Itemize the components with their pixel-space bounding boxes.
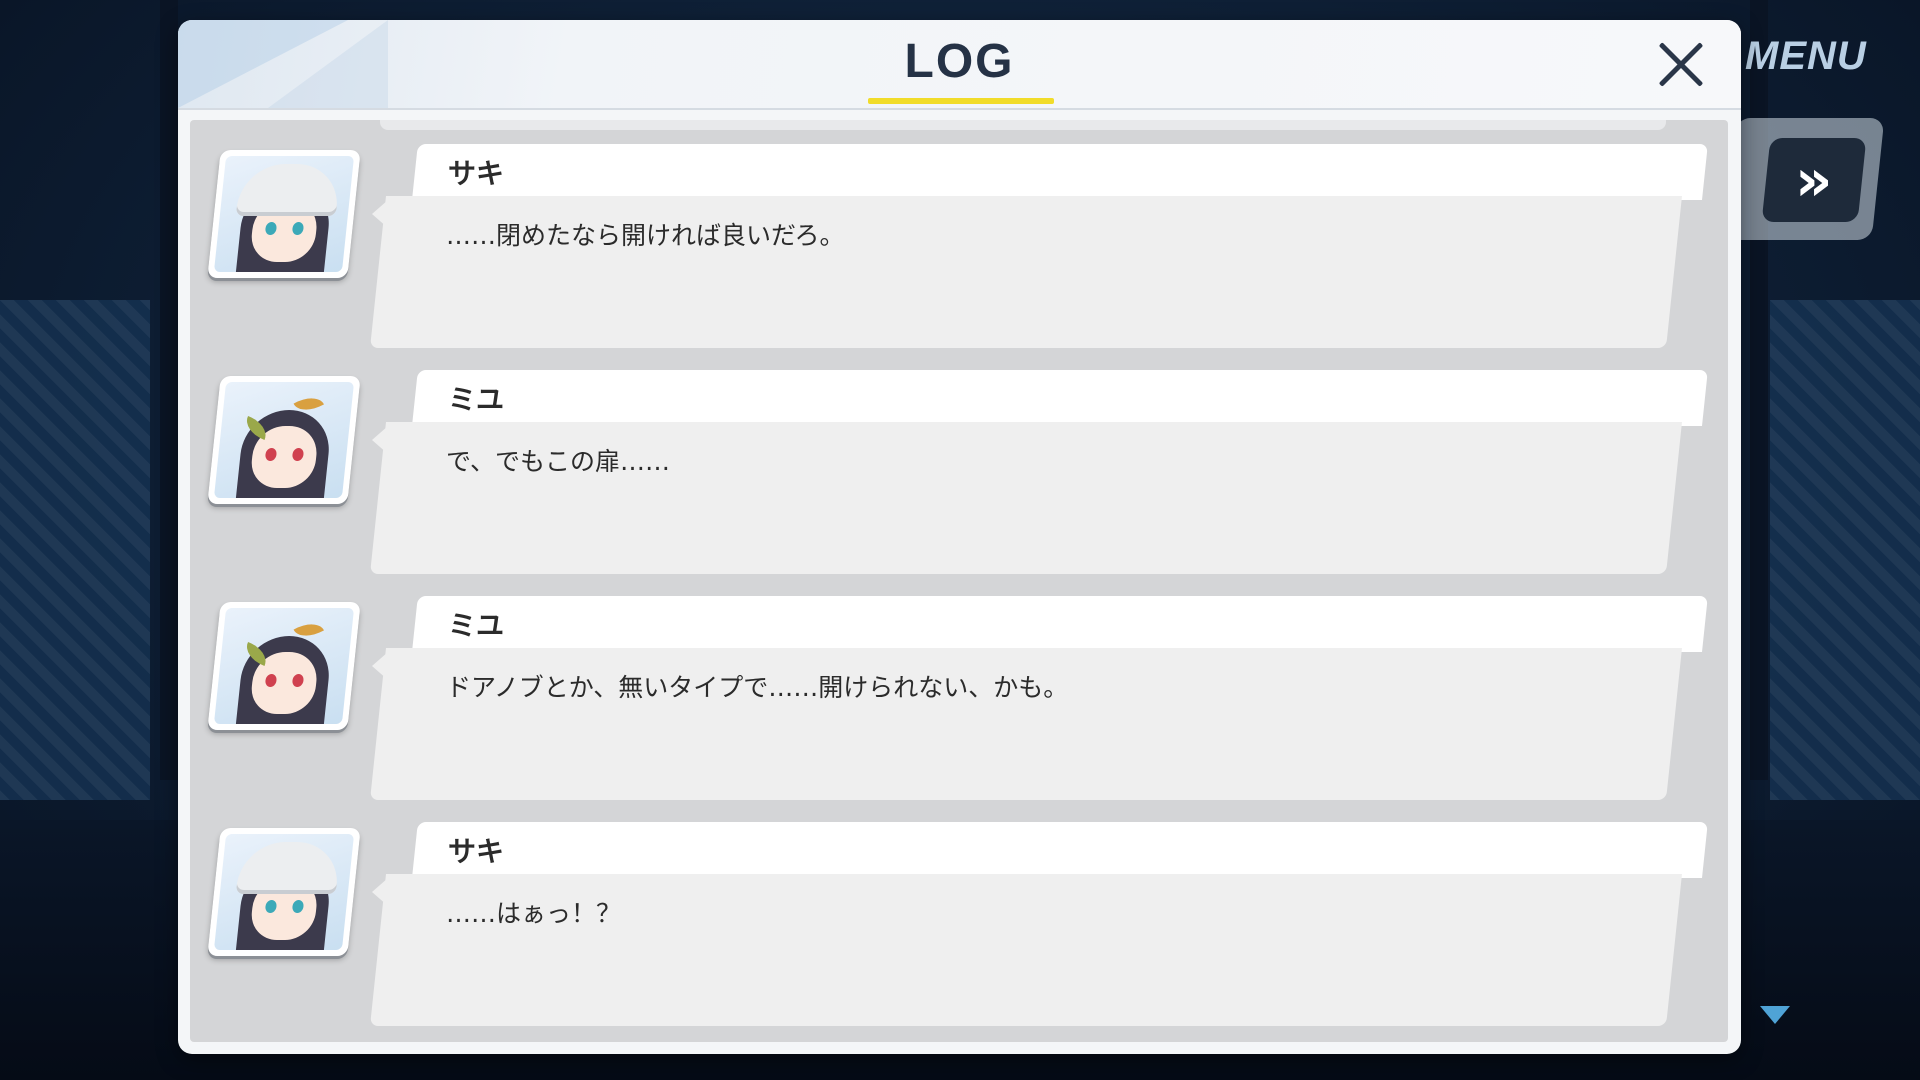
log-entry: ミユ ドアノブとか、無いタイプで……開けられない、かも。 bbox=[190, 596, 1728, 808]
miyu-portrait bbox=[207, 602, 361, 730]
saki-portrait bbox=[207, 150, 361, 278]
previous-entry-edge bbox=[380, 120, 1666, 130]
speaker-name: サキ bbox=[448, 835, 505, 868]
dialogue-text: ……はぁっ！？ bbox=[446, 899, 622, 928]
name-bar bbox=[412, 144, 1708, 200]
log-title: LOG bbox=[904, 35, 1015, 88]
menu-button[interactable]: MENU bbox=[1745, 34, 1867, 79]
miyu-portrait bbox=[207, 376, 361, 504]
name-bar bbox=[412, 370, 1708, 426]
log-entry: サキ ……閉めたなら開ければ良いだろ。 bbox=[190, 144, 1728, 356]
dialogue-text: ……閉めたなら開ければ良いだろ。 bbox=[446, 221, 845, 250]
dialogue-text: で、でもこの扉…… bbox=[446, 447, 671, 476]
log-list[interactable]: サキ ……閉めたなら開ければ良いだろ。 ミユ で、でもこの扉…… ミユ ドアノブ… bbox=[190, 120, 1728, 1042]
speaker-name: サキ bbox=[448, 157, 505, 190]
fast-forward-button[interactable]: » bbox=[1761, 138, 1867, 222]
saki-portrait bbox=[207, 828, 361, 956]
name-bar bbox=[412, 822, 1708, 878]
speaker-name: ミユ bbox=[448, 383, 505, 416]
log-header: LOG × bbox=[178, 20, 1741, 110]
background-wall-right bbox=[1770, 300, 1920, 800]
dialogue-text: ドアノブとか、無いタイプで……開けられない、かも。 bbox=[446, 673, 1069, 702]
log-window: LOG × サキ ……閉めたなら開ければ良いだろ。 bbox=[178, 20, 1741, 1054]
background-pillar bbox=[1750, 0, 1768, 780]
scroll-down-arrow-icon[interactable] bbox=[1760, 1006, 1790, 1024]
background-pillar bbox=[160, 0, 178, 780]
speaker-name: ミユ bbox=[448, 609, 505, 642]
name-bar bbox=[412, 596, 1708, 652]
log-title-underline bbox=[868, 98, 1054, 104]
log-entry: ミユ で、でもこの扉…… bbox=[190, 370, 1728, 582]
log-entry: サキ ……はぁっ！？ bbox=[190, 822, 1728, 1034]
background-wall-left bbox=[0, 300, 150, 800]
fast-forward-icon: » bbox=[1795, 146, 1833, 214]
close-button[interactable]: × bbox=[1648, 32, 1714, 98]
